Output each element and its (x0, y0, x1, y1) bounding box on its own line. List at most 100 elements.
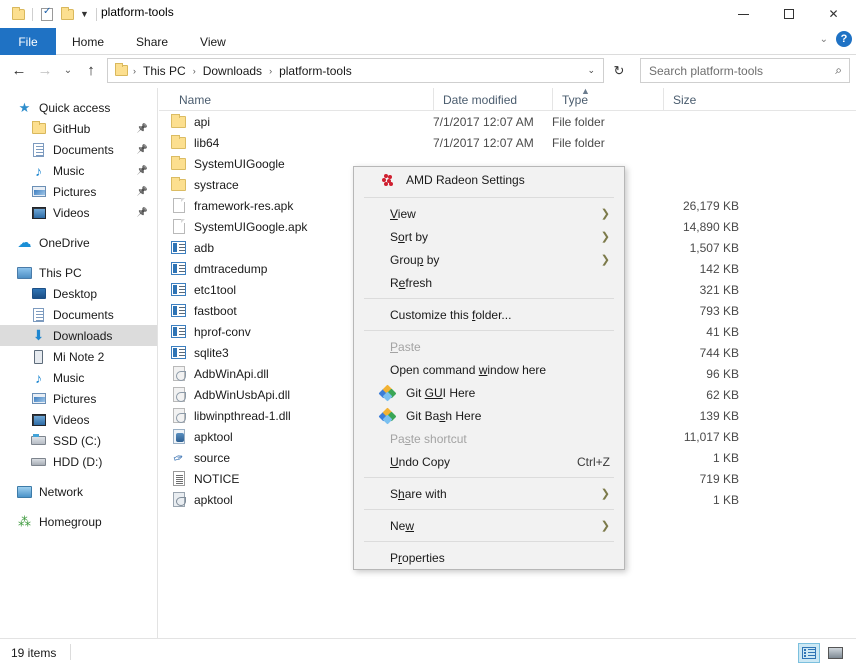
pictures-icon (30, 391, 47, 407)
file-name-label: systrace (194, 178, 239, 192)
file-name-label: fastboot (194, 304, 237, 318)
menu-item-share-with[interactable]: Share with❯ (354, 482, 624, 505)
sidebar-item-music[interactable]: ♪Music (0, 367, 157, 388)
sidebar-item-label: OneDrive (39, 236, 90, 250)
column-header-size[interactable]: Size (663, 88, 743, 111)
file-size-cell: 139 KB (619, 405, 739, 426)
menu-item-group-by[interactable]: Group by❯ (354, 248, 624, 271)
sidebar-item-homegroup[interactable]: ⁂Homegroup (0, 511, 157, 532)
file-name-cell: adb (170, 237, 214, 258)
sidebar-item-videos[interactable]: Videos📌 (0, 202, 157, 223)
column-header-type[interactable]: Type▲ (552, 88, 663, 111)
sidebar-item-onedrive[interactable]: ☁OneDrive (0, 232, 157, 253)
chevron-down-icon[interactable]: ▼ (77, 9, 92, 19)
breadcrumb-item-platform-tools[interactable]: platform-tools (277, 64, 354, 78)
sidebar-item-label: Pictures (53, 185, 96, 199)
column-header-date-modified[interactable]: Date modified (433, 88, 552, 111)
file-name-label: lib64 (194, 136, 219, 150)
sidebar-item-ssd-c[interactable]: SSD (C:) (0, 430, 157, 451)
menu-item-git-bash-here[interactable]: Git Bash Here (354, 404, 624, 427)
sidebar-tree: ★Quick accessGitHub📌Documents📌♪Music📌Pic… (0, 97, 157, 532)
pin-icon[interactable]: 📌 (137, 165, 148, 176)
details-view-button[interactable] (798, 643, 820, 663)
menu-item-view[interactable]: View❯ (354, 202, 624, 225)
table-row[interactable]: api7/1/2017 12:07 AMFile folder (159, 111, 856, 132)
recent-locations-button[interactable]: ⌄ (58, 58, 78, 83)
divider (70, 644, 71, 660)
ssd-drive-icon (30, 433, 47, 449)
sidebar-item-hdd-d[interactable]: HDD (D:) (0, 451, 157, 472)
minimize-button[interactable] (721, 0, 766, 28)
sidebar-item-github[interactable]: GitHub📌 (0, 118, 157, 139)
menu-separator (364, 541, 614, 542)
documents-icon (30, 142, 47, 158)
folder-icon[interactable] (57, 4, 77, 24)
refresh-button[interactable]: ↻ (608, 58, 630, 83)
sidebar-item-mi-note-2[interactable]: Mi Note 2 (0, 346, 157, 367)
file-date-cell: 7/1/2017 12:07 AM (433, 132, 534, 153)
forward-button[interactable]: → (32, 58, 58, 83)
maximize-button[interactable] (766, 0, 811, 28)
up-button[interactable]: ↑ (78, 58, 104, 83)
file-size-cell: 321 KB (619, 279, 739, 300)
table-row[interactable]: lib647/1/2017 12:07 AMFile folder (159, 132, 856, 153)
sidebar-item-documents[interactable]: Documents📌 (0, 139, 157, 160)
question-mark-icon[interactable]: ? (836, 31, 852, 47)
context-menu[interactable]: AMD Radeon SettingsView❯Sort by❯Group by… (353, 166, 625, 570)
menu-item-sort-by[interactable]: Sort by❯ (354, 225, 624, 248)
tab-view[interactable]: View (184, 28, 242, 55)
search-icon[interactable]: ⌕ (835, 63, 842, 78)
chevron-right-icon: ❯ (601, 519, 610, 532)
sidebar-item-videos[interactable]: Videos (0, 409, 157, 430)
column-header-label: Size (673, 93, 696, 107)
menu-item-git-gui-here[interactable]: Git GUI Here (354, 381, 624, 404)
sidebar-item-documents[interactable]: Documents (0, 304, 157, 325)
menu-item-label: Properties (390, 551, 445, 565)
pin-icon[interactable]: 📌 (137, 207, 148, 218)
folder-icon[interactable] (8, 4, 28, 24)
search-input[interactable]: Search platform-tools ⌕ (640, 58, 850, 83)
file-size-cell: 142 KB (619, 258, 739, 279)
menu-item-customize-this-folder[interactable]: Customize this folder... (354, 303, 624, 326)
file-name-cell: framework-res.apk (170, 195, 293, 216)
sidebar-item-music[interactable]: ♪Music📌 (0, 160, 157, 181)
file-name-label: apktool (194, 493, 233, 507)
file-name-cell: ✑source (170, 447, 230, 468)
sidebar-item-network[interactable]: Network (0, 481, 157, 502)
properties-icon[interactable] (37, 4, 57, 24)
sidebar-item-this-pc[interactable]: This PC (0, 262, 157, 283)
sidebar-item-desktop[interactable]: Desktop (0, 283, 157, 304)
menu-item-new[interactable]: New❯ (354, 514, 624, 537)
sidebar-item-downloads[interactable]: ⬇Downloads (0, 325, 157, 346)
pin-icon[interactable]: 📌 (137, 123, 148, 134)
file-name-label: source (194, 451, 230, 465)
column-header-name[interactable]: Name (170, 88, 433, 111)
menu-item-undo-copy[interactable]: Undo CopyCtrl+Z (354, 450, 624, 473)
menu-item-label: View (390, 207, 416, 221)
back-button[interactable]: ← (6, 58, 32, 83)
sidebar-item-quick-access[interactable]: ★Quick access (0, 97, 157, 118)
chevron-down-icon[interactable]: ⌄ (820, 34, 828, 45)
tab-home[interactable]: Home (56, 28, 120, 55)
menu-item-label: Open command window here (390, 363, 546, 377)
menu-item-amd-radeon-settings[interactable]: AMD Radeon Settings (354, 167, 624, 193)
pin-icon[interactable]: 📌 (137, 186, 148, 197)
documents-icon (30, 307, 47, 323)
breadcrumb-item-downloads[interactable]: Downloads (201, 64, 264, 78)
navigation-pane[interactable]: ★Quick accessGitHub📌Documents📌♪Music📌Pic… (0, 88, 158, 638)
breadcrumb[interactable]: › This PC › Downloads › platform-tools ⌄ (107, 58, 604, 83)
sidebar-item-pictures[interactable]: Pictures (0, 388, 157, 409)
amd-radeon-icon (379, 172, 395, 188)
breadcrumb-item-this-pc[interactable]: This PC (141, 64, 188, 78)
menu-item-refresh[interactable]: Refresh (354, 271, 624, 294)
chevron-down-icon[interactable]: ⌄ (587, 65, 595, 76)
tab-share[interactable]: Share (120, 28, 184, 55)
folder-icon (170, 135, 187, 151)
tab-file[interactable]: File (0, 28, 56, 55)
pin-icon[interactable]: 📌 (137, 144, 148, 155)
large-icons-view-button[interactable] (824, 643, 846, 663)
sidebar-item-pictures[interactable]: Pictures 📌 (0, 181, 157, 202)
menu-item-properties[interactable]: Properties (354, 546, 624, 569)
menu-item-open-command-window-here[interactable]: Open command window here (354, 358, 624, 381)
close-button[interactable]: ✕ (811, 0, 856, 28)
